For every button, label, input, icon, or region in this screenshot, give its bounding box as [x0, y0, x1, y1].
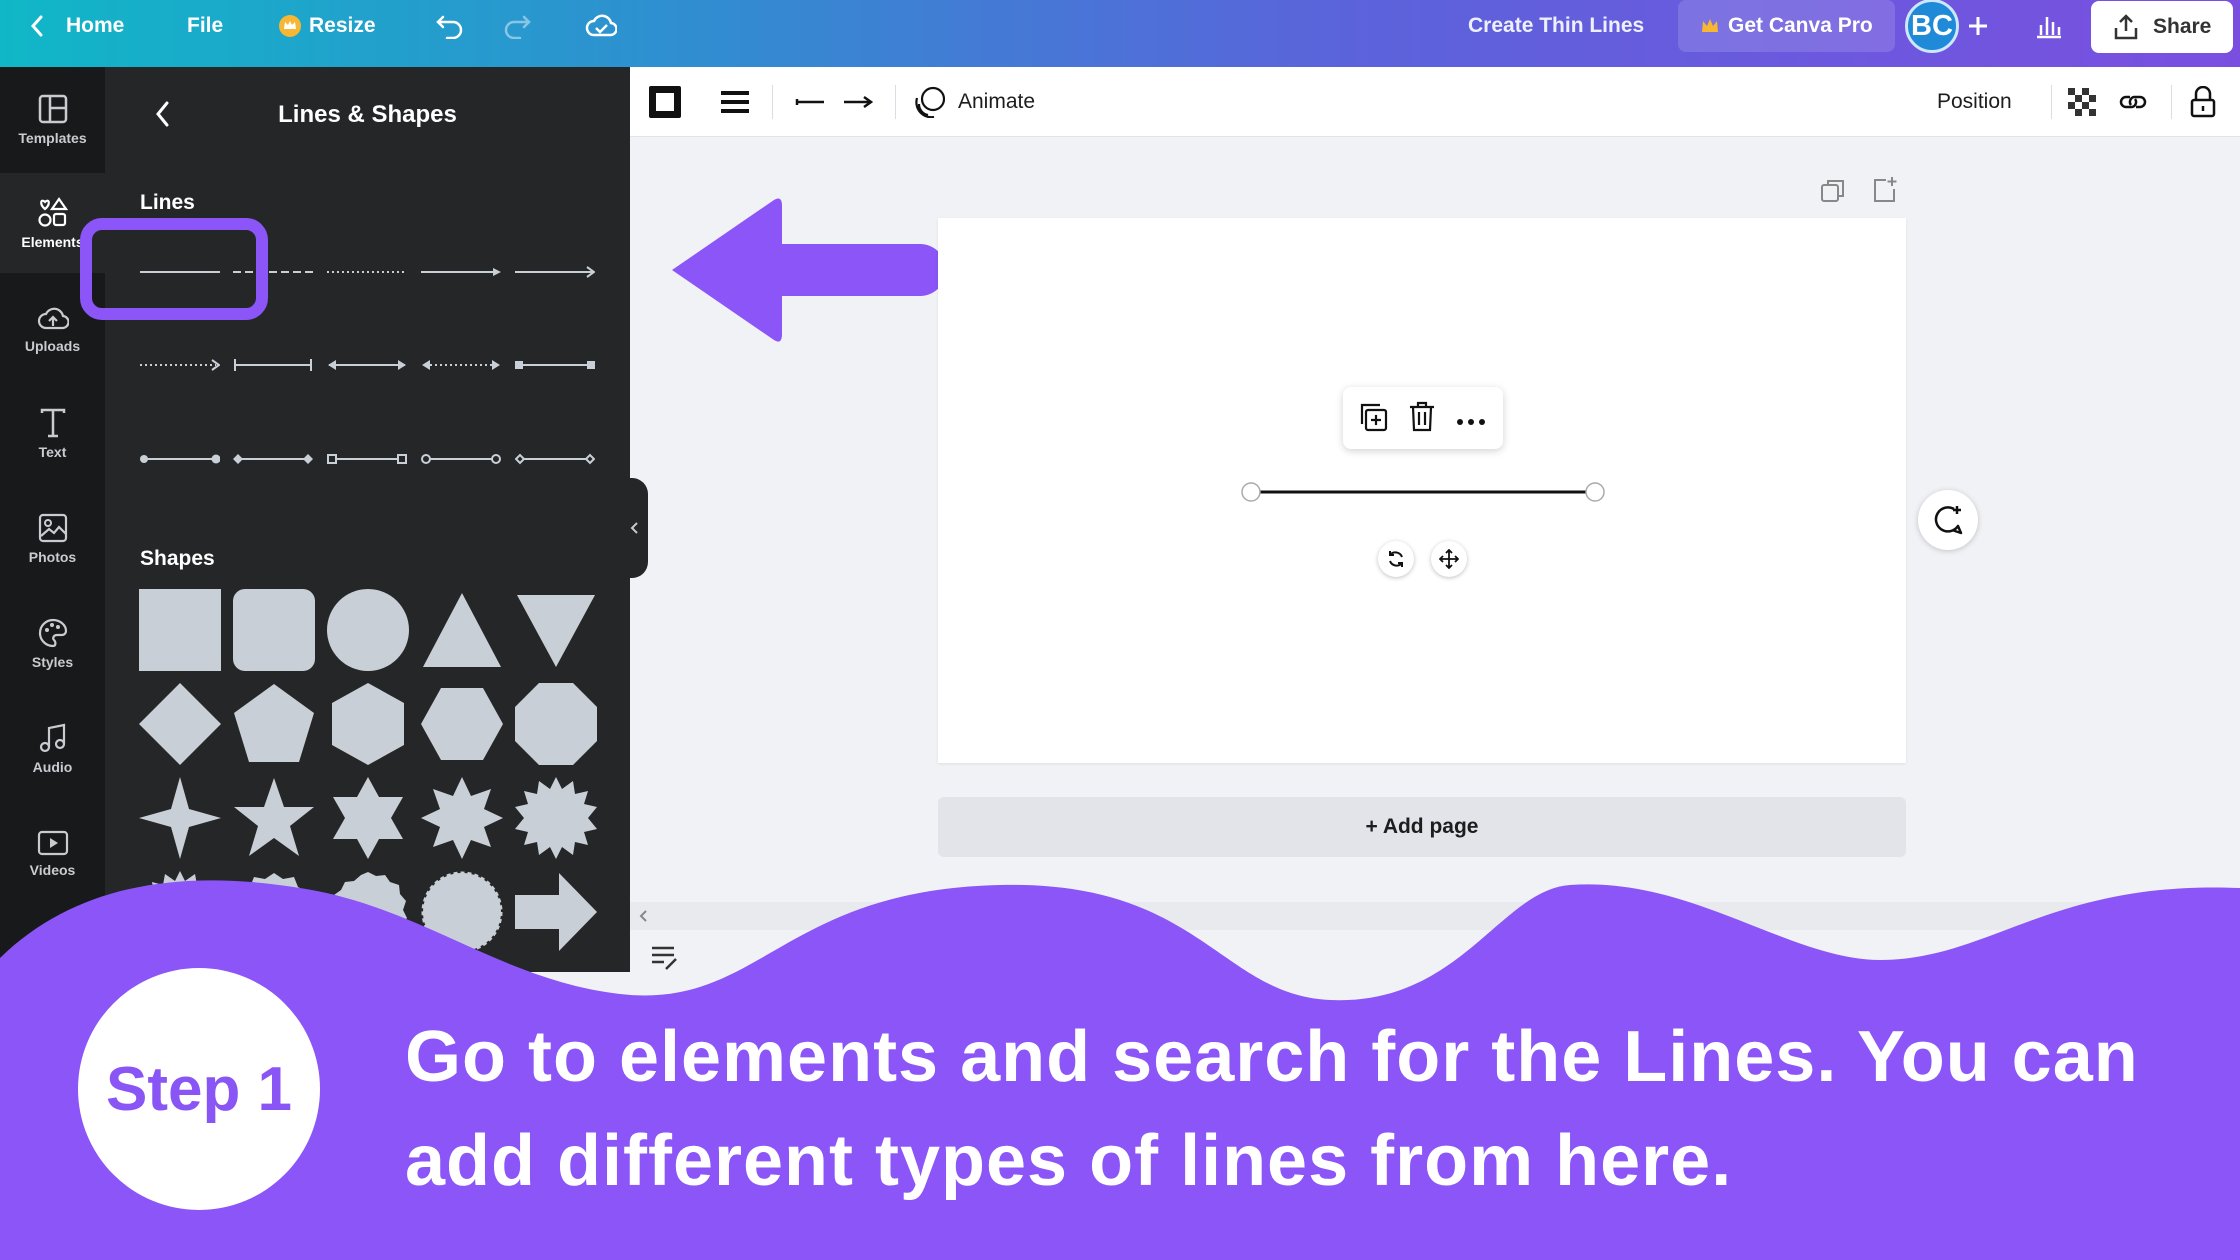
- step-caption: Go to elements and search for the Lines.…: [405, 1017, 2139, 1201]
- step-badge: Step 1: [78, 968, 320, 1210]
